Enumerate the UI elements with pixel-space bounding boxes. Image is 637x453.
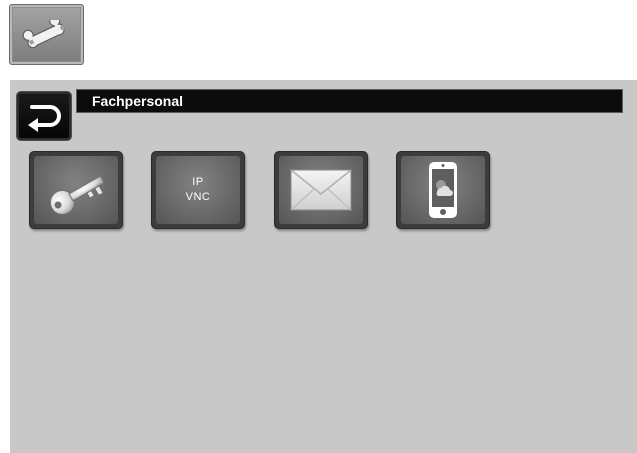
wrench-icon	[22, 19, 65, 48]
tile-face	[401, 156, 485, 224]
app-button[interactable]	[396, 151, 490, 229]
key-icon	[49, 175, 105, 214]
back-button[interactable]	[16, 91, 72, 141]
key-button[interactable]	[29, 151, 123, 229]
tile-face	[34, 156, 118, 224]
back-arrow-icon	[28, 105, 61, 132]
tile-face: IP VNC	[156, 156, 240, 224]
envelope-icon	[290, 169, 352, 211]
ip-vnc-button[interactable]: IP VNC	[151, 151, 245, 229]
content-panel	[10, 80, 637, 453]
ip-vnc-label: IP VNC	[186, 175, 211, 205]
vnc-label: VNC	[185, 191, 211, 203]
mail-button[interactable]	[274, 151, 368, 229]
ip-label: IP	[192, 176, 204, 188]
page-title: Fachpersonal	[92, 93, 184, 109]
tile-face	[279, 156, 363, 224]
tools-button[interactable]	[9, 4, 84, 65]
smartphone-cloud-icon	[429, 162, 457, 218]
